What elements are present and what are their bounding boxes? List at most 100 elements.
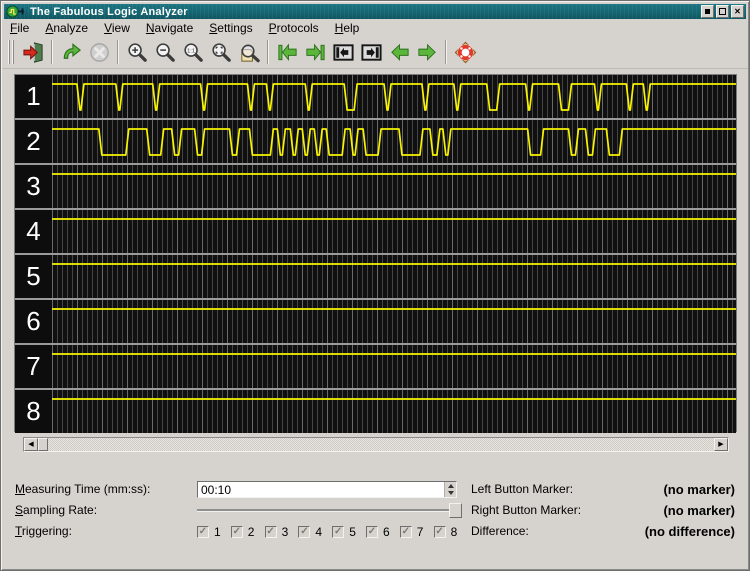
jump-start-button[interactable] [273,38,301,66]
trigger-checkbox-3[interactable]: ✓ [265,526,277,538]
channel-trace-area-6[interactable] [52,300,736,343]
step-left-button[interactable] [385,38,413,66]
spinner-buttons [444,482,456,497]
arrow-right-icon [416,41,439,64]
arrow-left-icon [388,41,411,64]
trigger-channel-3: ✓3 [265,523,299,540]
toolbar-separator [117,40,119,64]
page-left-button[interactable] [329,38,357,66]
scroll-right-button[interactable]: ▶ [714,438,728,451]
trigger-checkbox-label-2: 2 [248,525,255,539]
scrollbar-thumb[interactable] [38,438,48,451]
spin-down-icon [448,491,454,495]
trigger-channel-6: ✓6 [366,523,400,540]
channel-label-2: 2 [15,120,52,163]
menu-analyze[interactable]: Analyze [37,20,96,36]
zoom-in-icon [126,41,149,64]
redo-button[interactable] [57,38,85,66]
minimize-button[interactable] [701,5,714,18]
menu-navigate[interactable]: Navigate [138,20,201,36]
toolbar-gripper-handle[interactable] [8,40,16,64]
minimize-icon [705,9,710,14]
triggering-label: Triggering: [15,523,72,540]
channel-row-8: 8 [15,390,736,433]
channel-trace-area-5[interactable] [52,255,736,298]
app-window: The Fabulous Logic Analyzer ✕ FileAnalyz… [0,0,750,571]
jump-end-button[interactable] [301,38,329,66]
trigger-checkbox-2[interactable]: ✓ [231,526,243,538]
trigger-channel-2: ✓2 [231,523,265,540]
signal-trace [52,129,736,155]
window-controls: ✕ [701,5,744,18]
channel-row-5: 5 [15,255,736,298]
page-right-button[interactable] [357,38,385,66]
zoom-fit-icon [210,41,233,64]
redo-arrow-icon [60,41,83,64]
svg-text:1:1: 1:1 [187,48,195,54]
left-marker-label: Left Button Marker: [471,481,573,498]
right-marker-label: Right Button Marker: [471,502,581,519]
measuring-time-input[interactable] [198,482,444,497]
trigger-checkbox-5[interactable]: ✓ [332,526,344,538]
trigger-checkbox-4[interactable]: ✓ [298,526,310,538]
menu-file[interactable]: File [2,20,37,36]
channel-label-7: 7 [15,345,52,388]
window-title: The Fabulous Logic Analyzer [30,6,188,18]
slider-handle[interactable] [449,503,462,518]
measuring-time-label: Measuring Time (mm:ss): [15,481,150,498]
trigger-checkbox-label-5: 5 [349,525,356,539]
spin-up-button[interactable] [445,482,456,490]
menu-view[interactable]: View [96,20,138,36]
channel-trace-area-3[interactable] [52,165,736,208]
lifebuoy-button[interactable] [451,38,479,66]
goto-start-icon [276,41,299,64]
menu-protocols[interactable]: Protocols [261,20,327,36]
maximize-button[interactable] [716,5,729,18]
channel-trace-area-2[interactable] [52,120,736,163]
trigger-checkbox-6[interactable]: ✓ [366,526,378,538]
difference-label: Difference: [471,523,529,540]
goto-end-icon [304,41,327,64]
channel-label-1: 1 [15,75,52,118]
trigger-channel-8: ✓8 [434,523,468,540]
channel-trace-area-4[interactable] [52,210,736,253]
menu-settings[interactable]: Settings [201,20,260,36]
quit-button[interactable] [19,38,47,66]
close-icon: ✕ [734,8,741,16]
menu-help[interactable]: Help [327,20,368,36]
toolbar: 1:1 [2,36,748,69]
titlebar[interactable]: The Fabulous Logic Analyzer ✕ [4,4,746,19]
trigger-checkbox-8[interactable]: ✓ [434,526,446,538]
zoom-in-button[interactable] [123,38,151,66]
channel-row-1: 1 [15,75,736,118]
zoom-fit-button[interactable] [207,38,235,66]
zoom-selection-button[interactable] [235,38,263,66]
scrollbar-trough[interactable] [48,438,714,451]
sampling-rate-slider [197,502,462,519]
trigger-channel-4: ✓4 [298,523,332,540]
trigger-checkbox-label-3: 3 [282,525,289,539]
zoom-out-button[interactable] [151,38,179,66]
zoom-original-button[interactable]: 1:1 [179,38,207,66]
signal-trace [52,84,736,110]
channel-trace-area-1[interactable] [52,75,736,118]
spin-down-button[interactable] [445,490,456,498]
slider-trough[interactable] [197,509,450,512]
trigger-checkbox-7[interactable]: ✓ [400,526,412,538]
triggering-checkbox-group: ✓1✓2✓3✓4✓5✓6✓7✓8 [197,523,467,540]
zoom-1-1-icon: 1:1 [182,41,205,64]
channel-trace-area-8[interactable] [52,390,736,433]
left-marker-value: (no marker) [663,481,735,498]
channel-label-3: 3 [15,165,52,208]
close-button[interactable]: ✕ [731,5,744,18]
triggering-row: Triggering: ✓1✓2✓3✓4✓5✓6✓7✓8 Difference:… [1,523,749,540]
zoom-page-icon [238,41,261,64]
channel-trace-area-7[interactable] [52,345,736,388]
measuring-time-spinbox [197,481,457,498]
channel-row-7: 7 [15,345,736,388]
trigger-checkbox-1[interactable]: ✓ [197,526,209,538]
exit-door-icon [22,41,45,64]
step-right-button[interactable] [413,38,441,66]
channel-label-6: 6 [15,300,52,343]
scroll-left-button[interactable]: ◀ [24,438,38,451]
